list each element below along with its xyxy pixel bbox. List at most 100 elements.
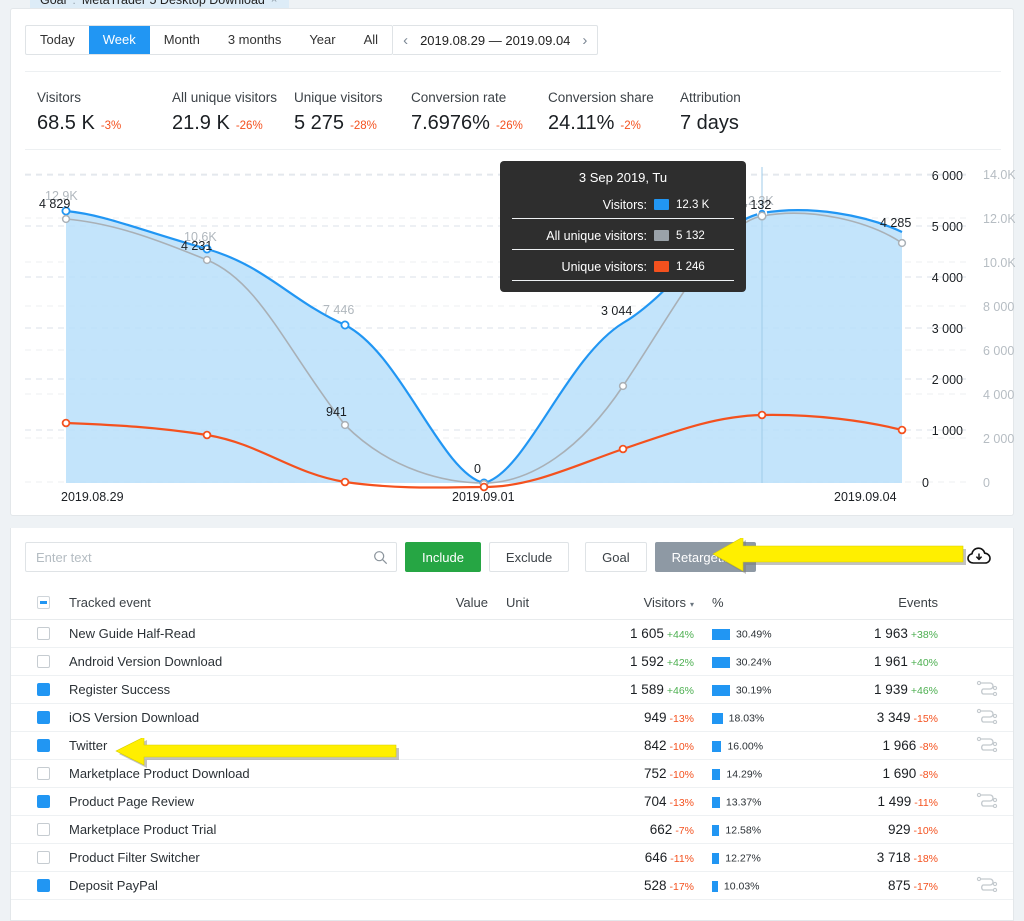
row-events-delta: +46% [911,685,938,697]
row-events-value: 1 963 [874,626,908,641]
close-icon[interactable]: × [271,0,277,6]
period-all[interactable]: All [350,26,392,54]
table-row[interactable]: New Guide Half-Read1 605+44%30.49%1 963+… [11,620,1013,648]
row-events-delta: +40% [911,657,938,669]
row-checkbox[interactable] [37,627,50,640]
funnel-flow-icon[interactable] [976,874,998,892]
row-checkbox[interactable] [37,655,50,668]
row-events-delta: -17% [913,881,938,893]
retargeting-button[interactable]: Retargeting [655,542,756,572]
row-percent: 10.03% [694,878,816,893]
row-checkbox[interactable] [37,767,50,780]
table-row[interactable]: Register Success1 589+46%30.19%1 939+46% [11,676,1013,704]
row-checkbox[interactable] [37,851,50,864]
header-unit[interactable]: Unit [488,595,572,610]
row-checkbox[interactable] [37,823,50,836]
period-year[interactable]: Year [295,26,349,54]
table-row[interactable]: Marketplace Product Download752-10%14.29… [11,760,1013,788]
search-box[interactable] [25,542,397,572]
axis-outer-tick-6: 12.0K [983,212,1015,226]
row-event-name[interactable]: Android Version Download [50,654,410,669]
row-visitors-delta: -13% [669,713,694,725]
table-row[interactable]: Product Filter Switcher646-11%12.27%3 71… [11,844,1013,872]
tooltip-title: 3 Sep 2019, Tu [512,170,734,185]
point-label-allunique-6: 4 285 [880,216,911,230]
stat-label: Unique visitors [294,89,411,107]
period-month[interactable]: Month [150,26,214,54]
row-percent-bar [712,853,719,864]
table-row[interactable]: Deposit PayPal528-17%10.03%875-17% [11,872,1013,900]
cloud-download-icon[interactable] [967,546,993,571]
funnel-flow-icon[interactable] [976,790,998,808]
tooltip-swatch-all-unique [654,230,669,241]
row-event-name[interactable]: Marketplace Product Trial [50,822,410,837]
funnel-flow-icon[interactable] [976,734,998,752]
date-range-text[interactable]: 2019.08.29 — 2019.09.04 [420,33,570,48]
period-week[interactable]: Week [89,26,150,54]
row-checkbox[interactable] [37,683,50,696]
table-row[interactable]: Product Page Review704-13%13.37%1 499-11… [11,788,1013,816]
stat-label: Attribution [680,89,741,107]
summary-stats: Visitors 68.5 K -3% All unique visitors … [37,89,741,135]
tooltip-series-value: 5 132 [676,230,720,242]
stat-label: All unique visitors [172,89,294,107]
header-events[interactable]: Events [816,595,938,610]
axis-inner-tick-6: 6 000 [932,169,963,183]
table-row[interactable]: iOS Version Download949-13%18.03%3 349-1… [11,704,1013,732]
chevron-left-icon[interactable]: ‹ [403,33,408,48]
stat-delta: -2% [620,120,640,132]
row-events: 3 349-15% [816,710,938,725]
row-event-name[interactable]: Register Success [50,682,410,697]
tooltip-series-name: Visitors: [603,198,647,212]
row-percent-value: 12.27% [725,853,761,865]
tooltip-row-all-unique: All unique visitors: 5 132 [512,222,734,250]
chevron-right-icon[interactable]: › [582,33,587,48]
search-icon[interactable] [373,550,388,565]
row-checkbox[interactable] [37,879,50,892]
row-event-name[interactable]: Marketplace Product Download [50,766,410,781]
exclude-button[interactable]: Exclude [489,542,569,572]
header-value[interactable]: Value [410,595,488,610]
row-event-name[interactable]: Product Page Review [50,794,410,809]
period-3months[interactable]: 3 months [214,26,295,54]
row-events-delta: -11% [914,797,938,809]
row-checkbox[interactable] [37,711,50,724]
period-today[interactable]: Today [26,26,89,54]
funnel-flow-icon[interactable] [976,678,998,696]
search-input[interactable] [36,550,373,565]
include-button[interactable]: Include [405,542,481,572]
stat-conversion-share: Conversion share 24.11% -2% [548,89,680,135]
row-visitors-value: 842 [644,738,667,753]
row-events-delta: -18% [913,853,938,865]
header-percent[interactable]: % [694,595,816,610]
row-visitors-delta: +44% [667,629,694,641]
goal-tab-prefix: Goal [40,0,66,7]
row-event-name[interactable]: Deposit PayPal [50,878,410,893]
header-tracked-event[interactable]: Tracked event [50,595,410,610]
row-percent-bar [712,629,730,640]
row-event-name[interactable]: Product Filter Switcher [50,850,410,865]
row-visitors: 528-17% [572,878,694,893]
row-percent-value: 10.03% [724,881,760,893]
select-all-checkbox[interactable] [37,596,50,609]
table-row[interactable]: Android Version Download1 592+42%30.24%1… [11,648,1013,676]
divider-top [25,71,1001,72]
table-row[interactable]: Twitter842-10%16.00%1 966-8% [11,732,1013,760]
funnel-flow-icon[interactable] [976,706,998,724]
row-visitors: 842-10% [572,738,694,753]
row-checkbox[interactable] [37,795,50,808]
row-percent-value: 12.58% [725,825,761,837]
row-event-name[interactable]: Twitter [50,738,410,753]
row-event-name[interactable]: New Guide Half-Read [50,626,410,641]
row-visitors: 1 605+44% [572,626,694,641]
stat-attribution: Attribution 7 days [680,89,741,135]
row-events-value: 1 939 [874,682,908,697]
header-visitors[interactable]: Visitors▾ [572,595,694,610]
row-visitors-value: 662 [650,822,673,837]
chart-card: Today Week Month 3 months Year All ‹ 201… [10,8,1014,516]
row-event-name[interactable]: iOS Version Download [50,710,410,725]
goal-button[interactable]: Goal [585,542,646,572]
table-row[interactable]: Marketplace Product Trial662-7%12.58%929… [11,816,1013,844]
row-icon-cell [938,790,998,813]
row-checkbox[interactable] [37,739,50,752]
